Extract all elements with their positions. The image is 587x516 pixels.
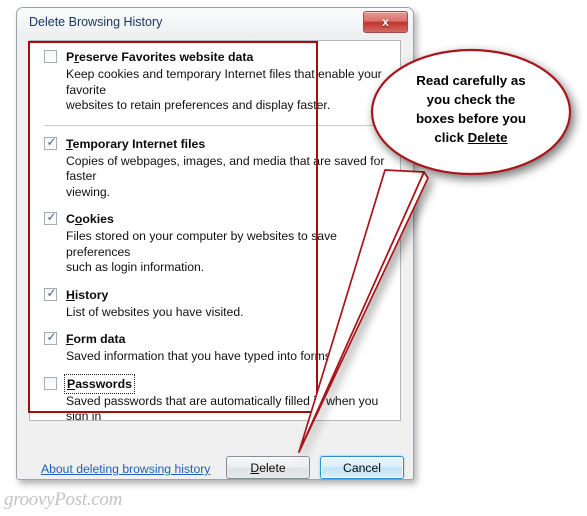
option-description-preserve-favorites: Keep cookies and temporary Internet file… (66, 67, 382, 112)
option-label-temporary-internet-files[interactable]: Temporary Internet files (66, 136, 205, 152)
options-list-panel[interactable]: ✓ Preserve Favorites website data Keep c… (29, 40, 401, 421)
checkbox-cookies[interactable]: ✓ (44, 210, 57, 225)
options-list: ✓ Preserve Favorites website data Keep c… (30, 41, 400, 421)
close-icon: x (382, 15, 389, 29)
option-label-history[interactable]: History (66, 287, 108, 303)
cancel-button-label: Cancel (343, 460, 381, 475)
option-label-cookies[interactable]: Cookies (66, 211, 114, 227)
checkbox-form-data[interactable]: ✓ (44, 330, 57, 345)
option-passwords[interactable]: ✓ Passwords Saved passwords that are aut… (44, 373, 390, 421)
check-icon: ✓ (46, 285, 57, 300)
delete-button[interactable]: Delete (226, 456, 310, 479)
option-cookies[interactable]: ✓ Cookies Files stored on your computer … (44, 210, 390, 276)
watermark: groovyPost.com (4, 489, 123, 510)
checkbox-history[interactable]: ✓ (44, 285, 57, 301)
screenshot-stage: Delete Browsing History x ✓ Preserve Fav… (0, 0, 587, 516)
list-separator (44, 124, 387, 126)
option-preserve-favorites[interactable]: ✓ Preserve Favorites website data Keep c… (44, 48, 390, 114)
check-icon: ✓ (46, 134, 57, 149)
checkbox-preserve-favorites[interactable]: ✓ (44, 50, 57, 63)
option-label-passwords[interactable]: Passwords (64, 373, 135, 394)
close-button[interactable]: x (363, 11, 408, 33)
callout-line-4-accent: Delete (467, 130, 508, 145)
cancel-button[interactable]: Cancel (320, 456, 404, 479)
option-label-preserve-favorites[interactable]: Preserve Favorites website data (66, 49, 253, 65)
option-label-form-data[interactable]: Form data (66, 331, 125, 347)
option-description-cookies: Files stored on your computer by website… (66, 229, 337, 274)
about-deleting-browsing-history-link[interactable]: About deleting browsing history (41, 462, 210, 476)
callout-line-4-prefix: click (434, 130, 468, 145)
check-icon: ✓ (46, 210, 57, 224)
checkbox-temporary-internet-files[interactable]: ✓ (44, 134, 57, 150)
option-temporary-internet-files[interactable]: ✓ Temporary Internet files Copies of web… (44, 135, 390, 201)
option-form-data[interactable]: ✓ Form data Saved information that you h… (44, 330, 390, 365)
dialog-title: Delete Browsing History (29, 15, 163, 29)
option-description-form-data: Saved information that you have typed in… (66, 349, 335, 363)
delete-browsing-history-dialog: Delete Browsing History x ✓ Preserve Fav… (16, 7, 414, 480)
delete-button-label: Delete (250, 460, 286, 475)
option-description-history: List of websites you have visited. (66, 304, 244, 319)
option-description-passwords: Saved passwords that are automatically f… (66, 393, 379, 421)
option-description-temporary-internet-files: Copies of webpages, images, and media th… (66, 153, 385, 199)
checkbox-passwords[interactable]: ✓ (44, 376, 57, 390)
check-icon: ✓ (46, 330, 57, 344)
dialog-titlebar: Delete Browsing History x (17, 8, 413, 39)
option-history[interactable]: ✓ History List of websites you have visi… (44, 286, 390, 321)
